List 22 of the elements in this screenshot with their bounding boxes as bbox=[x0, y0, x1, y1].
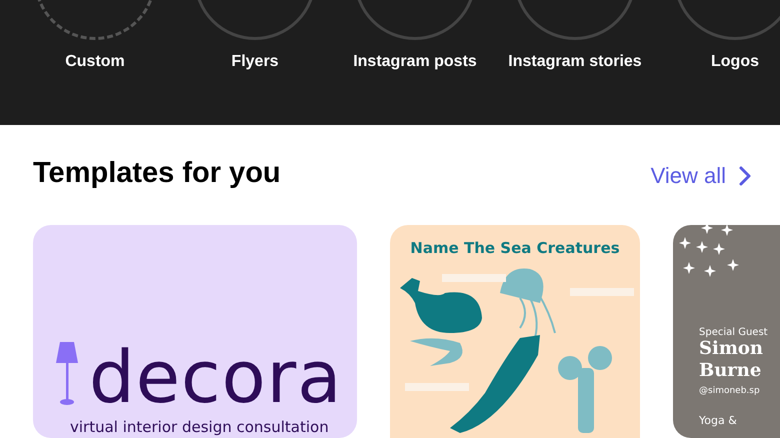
whale-icon bbox=[400, 278, 482, 333]
floor-lamp-icon bbox=[55, 342, 79, 406]
story-label: Special Guest bbox=[699, 327, 769, 338]
tagline: virtual interior design consultation bbox=[70, 418, 330, 438]
template-card[interactable]: decora virtual interior design consultation bbox=[33, 225, 357, 438]
brand-wordmark: decora bbox=[89, 342, 342, 412]
guest-name: Simon bbox=[699, 338, 764, 360]
social-handle: @simoneb.sp bbox=[699, 386, 761, 396]
category-item[interactable]: Custom bbox=[15, 0, 175, 73]
story-caption: Yoga & bbox=[699, 414, 738, 427]
guest-name: Burne bbox=[699, 360, 762, 382]
category-item[interactable]: Logos bbox=[655, 0, 780, 73]
category-item[interactable]: Instagram posts bbox=[335, 0, 495, 73]
chevron-right-icon bbox=[738, 166, 752, 186]
section-title: Templates for you bbox=[33, 156, 281, 190]
category-item[interactable]: Flyers bbox=[175, 0, 335, 73]
category-item[interactable]: Instagram stories bbox=[495, 0, 655, 73]
view-all-link[interactable]: View all bbox=[650, 157, 752, 189]
template-card[interactable]: Special Guest Simon Burne @simoneb.sp Yoga & bbox=[673, 225, 780, 438]
jellyfish-icon bbox=[500, 268, 556, 339]
template-card[interactable]: Name The Sea Creatures bbox=[390, 225, 640, 438]
worksheet-title: Name The Sea Creatures bbox=[410, 239, 620, 257]
